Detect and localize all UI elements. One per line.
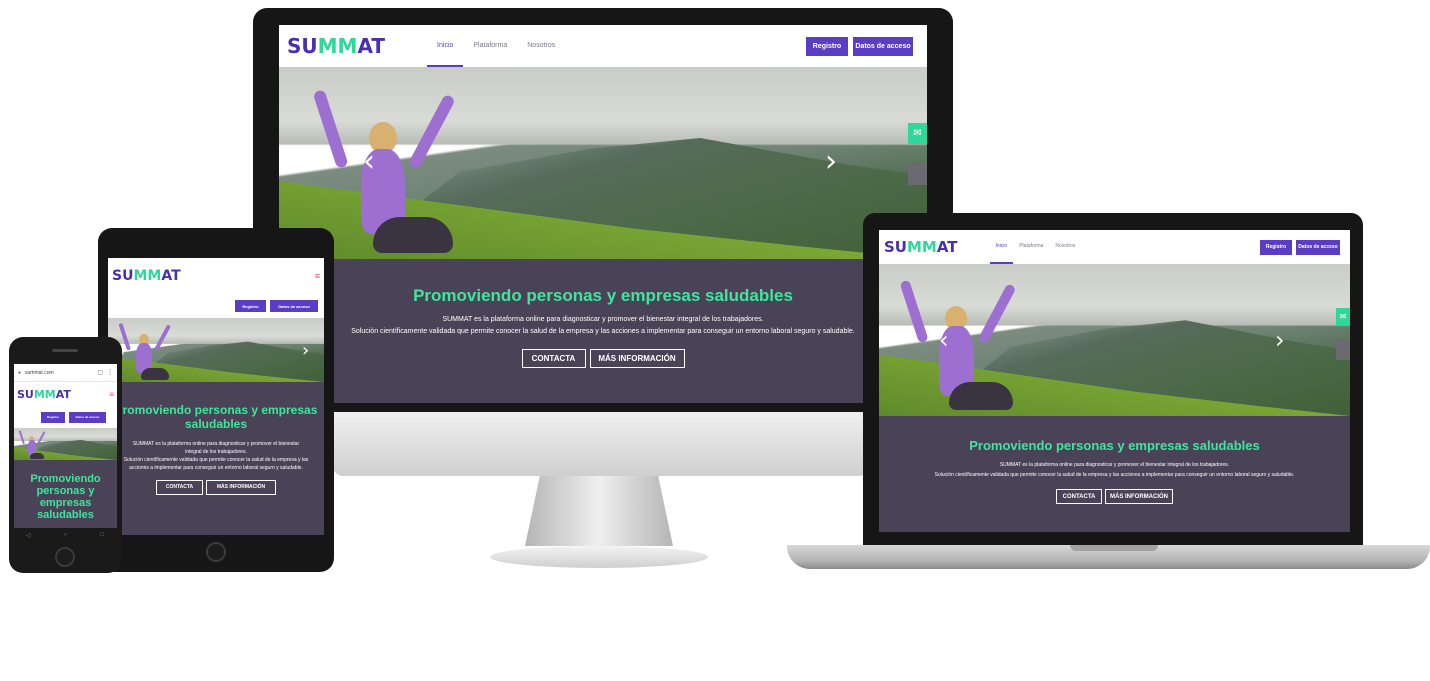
laptop-nav-plataforma[interactable]: Plataforma <box>1013 230 1049 264</box>
navbar: SUMMAT Inicio Plataforma Nosotros Regist… <box>279 25 927 67</box>
tablet-hero-image <box>118 322 172 382</box>
hero-slider: ‹ › <box>279 67 927 259</box>
nav-nosotros[interactable]: Nosotros <box>517 25 565 67</box>
laptop-access-button[interactable]: Datos de acceso <box>1296 239 1340 255</box>
laptop-description-line1: SUMMAT es la plataforma online para diag… <box>999 462 1230 468</box>
phone-speaker <box>52 349 78 352</box>
laptop-hero: ‹ › <box>879 264 1350 416</box>
monitor-base <box>490 546 708 568</box>
tablet-home-button[interactable] <box>206 542 226 562</box>
contact-button[interactable]: CONTACTA <box>521 349 586 368</box>
tablet-navbar: SUMMAT ≡ <box>108 258 324 294</box>
laptop-scroll-tab[interactable] <box>1336 340 1350 360</box>
more-icon[interactable]: ⋮ <box>107 369 113 376</box>
laptop-nav-nosotros[interactable]: Nosotros <box>1049 230 1081 264</box>
phone-site: ● summat.com ▢ ⋮ SUMMAT ≡ Registro Datos… <box>14 364 117 528</box>
laptop-notch <box>1070 545 1158 551</box>
tablet-description-line2: Solución científicamente validada que pe… <box>123 456 309 471</box>
scroll-tab[interactable] <box>908 164 927 185</box>
description-line2: Solución científicamente validada que pe… <box>351 328 855 335</box>
mail-icon[interactable]: ✉ <box>908 123 927 144</box>
phone-headline: Promoviendo personas y empresas saludabl… <box>30 473 101 522</box>
phone-address-bar[interactable]: ● summat.com ▢ ⋮ <box>14 364 117 382</box>
laptop-mail-icon[interactable]: ✉ <box>1336 308 1350 325</box>
tablet-hero-content: Promoviendo personas y empresas saludabl… <box>108 382 324 535</box>
tablet-contact-button[interactable]: CONTACTA <box>156 479 203 495</box>
laptop-more-info-button[interactable]: MÁS INFORMACIÓN <box>1105 489 1173 504</box>
laptop-site: SUMMAT Inicio Plataforma Nosotros Regist… <box>879 230 1350 532</box>
logo[interactable]: SUMMAT <box>287 34 385 58</box>
desktop-site: SUMMAT Inicio Plataforma Nosotros Regist… <box>279 25 927 403</box>
hero-content: Promoviendo personas y empresas saludabl… <box>279 259 927 403</box>
laptop-nav-inicio[interactable]: Inicio <box>989 230 1014 264</box>
laptop-menu: Inicio Plataforma Nosotros <box>989 230 1082 264</box>
laptop-headline: Promoviendo personas y empresas saludabl… <box>969 438 1260 453</box>
access-button[interactable]: Datos de acceso <box>853 36 913 56</box>
register-button[interactable]: Registro <box>806 36 848 56</box>
phone-hamburger-icon[interactable]: ≡ <box>109 390 114 399</box>
phone-hero <box>14 428 117 460</box>
chevron-left-icon[interactable]: ‹ <box>363 147 375 177</box>
phone-hero-image <box>18 430 46 460</box>
tablet-access-button[interactable]: Datos de acceso <box>270 300 318 312</box>
phone-hero-content: Promoviendo personas y empresas saludabl… <box>14 460 117 528</box>
phone-register-button[interactable]: Registro <box>41 411 65 423</box>
tablet-more-info-button[interactable]: MÁS INFORMACIÓN <box>206 479 276 495</box>
back-icon[interactable]: ◁ <box>26 532 31 542</box>
nav-inicio[interactable]: Inicio <box>427 25 464 67</box>
tablet-hero: ‹ › <box>108 318 324 382</box>
laptop-hero-image <box>899 278 1017 414</box>
tablet-register-button[interactable]: Registro <box>235 300 266 312</box>
laptop-chevron-right-icon[interactable]: › <box>1275 328 1285 352</box>
more-info-button[interactable]: MÁS INFORMACIÓN <box>589 349 685 368</box>
chevron-right-icon[interactable]: › <box>825 147 837 177</box>
tablet-description-line1: SUMMAT es la plataforma online para diag… <box>132 440 300 455</box>
laptop-contact-button[interactable]: CONTACTA <box>1056 489 1102 504</box>
monitor-stand <box>525 476 673 546</box>
hamburger-icon[interactable]: ≡ <box>315 271 320 281</box>
laptop-chevron-left-icon[interactable]: ‹ <box>939 328 949 352</box>
phone-nav-buttons: ◁ ○ □ <box>26 532 104 542</box>
laptop-logo[interactable]: SUMMAT <box>884 238 958 256</box>
main-menu: Inicio Plataforma Nosotros <box>427 25 565 67</box>
description-line1: SUMMAT es la plataforma online para diag… <box>442 316 764 323</box>
tablet-site: SUMMAT ≡ Registro Datos de acceso ‹ › Pr… <box>108 258 324 535</box>
laptop-register-button[interactable]: Registro <box>1260 239 1292 255</box>
laptop-hero-content: Promoviendo personas y empresas saludabl… <box>879 416 1350 532</box>
headline: Promoviendo personas y empresas saludabl… <box>413 286 793 305</box>
monitor-chin <box>333 412 869 476</box>
home-icon[interactable]: ○ <box>64 532 68 542</box>
phone-access-button[interactable]: Datos de acceso <box>69 411 106 423</box>
phone-logo[interactable]: SUMMAT <box>17 388 71 401</box>
url-text[interactable]: summat.com <box>25 370 54 376</box>
tablet-headline: Promoviendo personas y empresas saludabl… <box>114 403 318 432</box>
laptop-description-line2: Solución científicamente validada que pe… <box>934 472 1295 478</box>
hero-image <box>312 87 459 257</box>
tablet-chevron-right-icon[interactable]: › <box>302 342 309 360</box>
lock-icon: ● <box>18 369 22 376</box>
laptop-navbar: SUMMAT Inicio Plataforma Nosotros Regist… <box>879 230 1350 264</box>
tabs-icon[interactable]: ▢ <box>97 369 103 376</box>
recents-icon[interactable]: □ <box>100 532 104 542</box>
nav-plataforma[interactable]: Plataforma <box>463 25 517 67</box>
phone-navbar: SUMMAT ≡ <box>14 382 117 406</box>
phone-home-button[interactable] <box>55 547 75 567</box>
tablet-logo[interactable]: SUMMAT <box>112 268 181 284</box>
